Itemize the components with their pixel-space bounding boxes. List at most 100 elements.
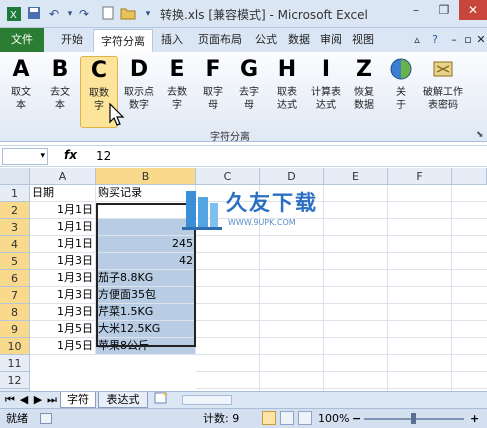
column-header-b[interactable]: B [96, 168, 196, 185]
letter-b-icon: B [51, 57, 69, 82]
cell-a6[interactable]: 1月3日 [30, 270, 96, 287]
insert-function-icon[interactable]: fx [64, 148, 77, 162]
name-box-dropdown-icon[interactable]: ▾ [40, 149, 45, 164]
horizontal-scrollbar[interactable] [182, 395, 232, 405]
restore-icon[interactable]: ❐ [431, 0, 457, 20]
undo-icon[interactable]: ↶ [46, 6, 62, 22]
zoom-slider-thumb[interactable] [411, 413, 416, 424]
column-header-f[interactable]: F [388, 168, 452, 185]
row-header[interactable]: 3 [0, 219, 30, 236]
doc-minimize-icon[interactable]: – [447, 28, 461, 52]
zoom-in-icon[interactable]: + [470, 409, 479, 428]
cell-a3[interactable]: 1月1日 [30, 219, 96, 236]
tab-view[interactable]: 视图 [348, 28, 378, 52]
get-text-button[interactable]: A 取文 本 [2, 56, 40, 128]
cell-b6[interactable]: 茄子8.8KG [96, 270, 196, 287]
customize-toolbar-icon[interactable]: ▾ [140, 6, 156, 22]
column-header-c[interactable]: C [196, 168, 260, 185]
get-letter-button[interactable]: F 取字 母 [194, 56, 232, 128]
tab-file[interactable]: 文件 [0, 28, 44, 52]
help-icon[interactable]: ? [427, 28, 443, 52]
tab-formulas[interactable]: 公式 [251, 28, 281, 52]
row-header[interactable]: 12 [0, 372, 30, 389]
row-header[interactable]: 2 [0, 202, 30, 219]
row-header[interactable]: 6 [0, 270, 30, 287]
next-sheet-icon[interactable]: ▶ [32, 392, 44, 408]
row-header[interactable]: 1 [0, 185, 30, 202]
get-text-label: 取文 本 [11, 87, 31, 111]
row-header[interactable]: 7 [0, 287, 30, 304]
tab-home[interactable]: 开始 [52, 28, 92, 52]
watermark-url: WWW.9UPK.COM [228, 218, 296, 227]
row-header[interactable]: 5 [0, 253, 30, 270]
cell-b8[interactable]: 芹菜1.5KG [96, 304, 196, 321]
cell-a5[interactable]: 1月3日 [30, 253, 96, 270]
tab-insert[interactable]: 插入 [155, 28, 189, 52]
calc-expression-button[interactable]: I 计算表 达式 [305, 56, 347, 128]
sheet-tab-active[interactable]: 字符 [60, 392, 96, 408]
page-break-view-icon[interactable] [298, 411, 312, 425]
row-header[interactable]: 10 [0, 338, 30, 355]
cell-b4[interactable]: 245 [96, 236, 196, 253]
cell-a8[interactable]: 1月3日 [30, 304, 96, 321]
cell-a4[interactable]: 1月1日 [30, 236, 96, 253]
remove-text-button[interactable]: B 去文 本 [41, 56, 79, 128]
redo-icon[interactable]: ↷ [76, 6, 92, 22]
close-icon[interactable]: ✕ [459, 0, 487, 20]
doc-restore-icon[interactable]: ▫ [461, 28, 475, 52]
row-header[interactable]: 9 [0, 321, 30, 338]
new-file-icon[interactable] [100, 6, 116, 22]
select-all-corner[interactable] [0, 168, 30, 185]
remove-letter-button[interactable]: G 去字 母 [230, 56, 268, 128]
zoom-level[interactable]: 100% [318, 409, 349, 428]
tab-char-separate[interactable]: 字符分离 [93, 29, 153, 52]
crack-password-button[interactable]: 破解工作 表密码 [419, 56, 467, 128]
row-header[interactable]: 4 [0, 236, 30, 253]
name-box[interactable]: ▾ [2, 148, 48, 165]
cell-b5[interactable]: 42 [96, 253, 196, 270]
cell-b9[interactable]: 大米12.5KG [96, 321, 196, 338]
collapse-ribbon-icon[interactable]: ▵ [409, 28, 425, 52]
remove-number-button[interactable]: E 去数 字 [158, 56, 196, 128]
sheet-tab[interactable]: 表达式 [98, 392, 148, 408]
normal-view-icon[interactable] [262, 411, 276, 425]
doc-close-icon[interactable]: ✕ [475, 28, 487, 52]
formula-input[interactable]: 12 [96, 149, 111, 163]
cell-a2[interactable]: 1月1日 [30, 202, 96, 219]
ribbon-tabs: 文件 开始 字符分离 插入 页面布局 公式 数据 审阅 视图 ▵ ? – ▫ ✕ [0, 28, 487, 52]
column-header-a[interactable]: A [30, 168, 96, 185]
status-count: 计数: 9 [203, 412, 240, 425]
column-header-e[interactable]: E [324, 168, 388, 185]
first-sheet-icon[interactable]: ⏮ [4, 392, 16, 408]
tab-data[interactable]: 数据 [284, 28, 314, 52]
cell-a7[interactable]: 1月3日 [30, 287, 96, 304]
row-header[interactable]: 11 [0, 355, 30, 372]
zoom-out-icon[interactable]: − [352, 409, 361, 428]
group-launcher-icon[interactable]: ⬊ [476, 130, 484, 140]
restore-data-button[interactable]: Z 恢复 数据 [345, 56, 383, 128]
column-header-d[interactable]: D [260, 168, 324, 185]
excel-app-icon[interactable]: X [6, 6, 22, 22]
open-folder-icon[interactable] [120, 6, 136, 22]
cell-b7[interactable]: 方便面35包 [96, 287, 196, 304]
about-button[interactable]: 关 于 [382, 56, 420, 128]
cell-a10[interactable]: 1月5日 [30, 338, 96, 355]
last-sheet-icon[interactable]: ⏭ [46, 392, 58, 408]
cell-b10[interactable]: 苹果8公斤 [96, 338, 196, 355]
crack-password-label: 破解工作 表密码 [423, 87, 463, 111]
minimize-icon[interactable]: – [403, 0, 429, 20]
cell-a1[interactable]: 日期 [30, 185, 96, 202]
page-layout-view-icon[interactable] [280, 411, 294, 425]
macro-record-icon[interactable] [40, 413, 52, 424]
insert-sheet-icon[interactable] [150, 392, 172, 408]
get-expression-button[interactable]: H 取表 达式 [268, 56, 306, 128]
prev-sheet-icon[interactable]: ◀ [18, 392, 30, 408]
tab-page-layout[interactable]: 页面布局 [191, 28, 249, 52]
save-icon[interactable] [26, 6, 42, 22]
title-bar: X ↶ ▾ ↷ ▾ 转换.xls [兼容模式] - Microsoft Exce… [0, 0, 487, 28]
status-bar: 就绪 计数: 9 100% − + [0, 408, 487, 428]
tab-review[interactable]: 审阅 [316, 28, 346, 52]
row-header[interactable]: 8 [0, 304, 30, 321]
column-header-g[interactable] [452, 168, 487, 185]
cell-a9[interactable]: 1月5日 [30, 321, 96, 338]
